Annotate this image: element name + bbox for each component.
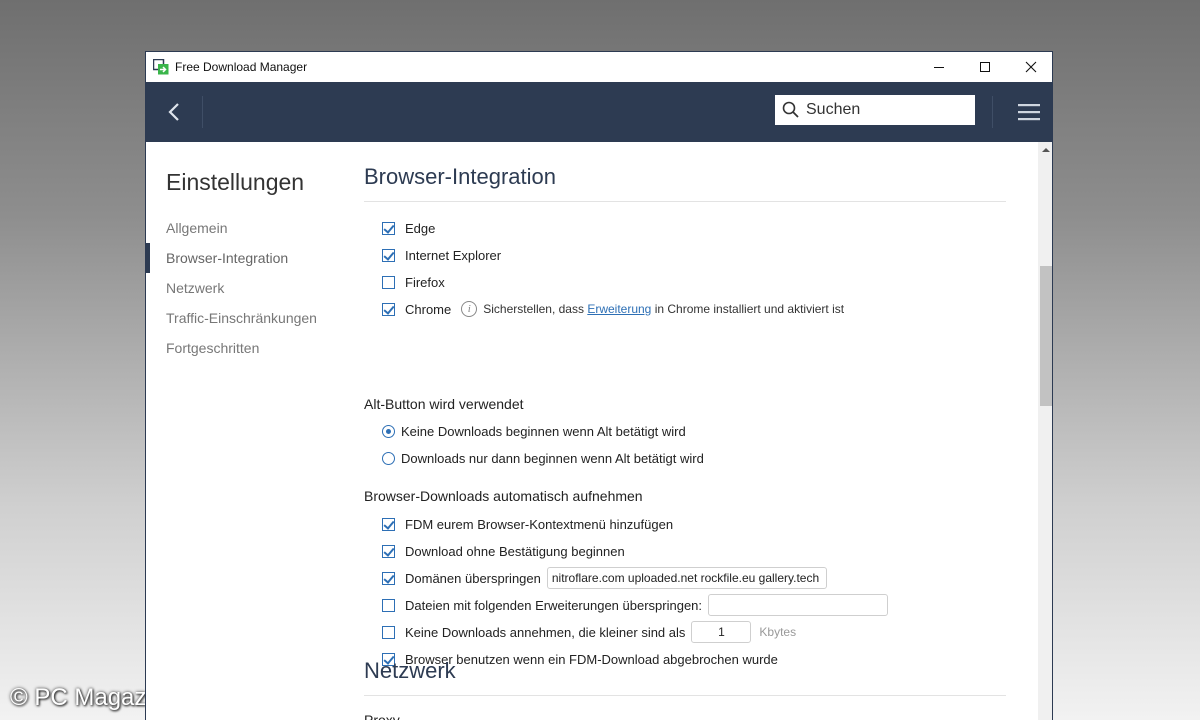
app-logo-icon (152, 58, 169, 75)
checkbox-label: Browser benutzen wenn ein FDM-Download a… (405, 651, 778, 667)
hamburger-menu-icon (1018, 104, 1040, 121)
minimize-icon (934, 67, 944, 68)
toolbar-divider (992, 96, 993, 128)
app-toolbar (146, 82, 1052, 142)
capture-heading: Browser-Downloads automatisch aufnehmen (364, 488, 643, 504)
checkbox-label: FDM eurem Browser-Kontextmenü hinzufügen (405, 516, 674, 532)
checkbox-firefox[interactable] (382, 275, 395, 289)
radio-label: Downloads nur dann beginnen wenn Alt bet… (401, 450, 704, 466)
section-heading-netzwerk: Netzwerk (364, 658, 456, 683)
checkbox-label: Download ohne Bestätigung beginnen (405, 543, 625, 559)
checkbox-row-internet-explorer[interactable]: Internet Explorer (382, 243, 501, 267)
proxy-heading: Proxy (364, 712, 400, 720)
maximize-button[interactable] (962, 52, 1008, 82)
checkbox-label: Edge (405, 220, 436, 236)
min-size-input[interactable] (691, 621, 752, 643)
checkbox-skip-extensions[interactable] (382, 598, 395, 612)
checkbox-context-menu[interactable] (382, 517, 395, 531)
checkbox-internet-explorer[interactable] (382, 248, 395, 262)
watermark: © PC Magazin (10, 684, 166, 711)
checkbox-edge[interactable] (382, 221, 395, 235)
scroll-up-button[interactable] (1038, 142, 1052, 158)
app-window: Free Download Manager Suchen Einstellung… (145, 51, 1053, 720)
info-icon: i (461, 301, 478, 317)
checkbox-row-edge[interactable]: Edge (382, 216, 435, 240)
sidebar-title: Einstellungen (166, 169, 305, 195)
chevron-left-icon (168, 103, 179, 121)
checkbox-label: Chrome (405, 301, 452, 317)
checkbox-row-skip-domains[interactable]: Domänen überspringen (382, 566, 827, 590)
search-box[interactable] (775, 95, 975, 125)
sidebar-item-fortgeschritten[interactable]: Fortgeschritten (146, 333, 346, 363)
sidebar-item-browser-integration[interactable]: Browser-Integration (146, 243, 346, 273)
alt-button-heading: Alt-Button wird verwendet (364, 396, 524, 412)
checkbox-chrome[interactable] (382, 302, 395, 316)
search-input[interactable] (806, 101, 966, 119)
checkbox-row-no-confirm[interactable]: Download ohne Bestätigung beginnen (382, 539, 625, 563)
sidebar-item-allgemein[interactable]: Allgemein (146, 213, 346, 243)
radio-row-no-downloads-alt[interactable]: Keine Downloads beginnen wenn Alt betäti… (382, 419, 686, 443)
checkbox-label: Keine Downloads annehmen, die kleiner si… (405, 624, 686, 640)
section-divider (364, 201, 1006, 202)
checkbox-row-context-menu[interactable]: FDM eurem Browser-Kontextmenü hinzufügen (382, 512, 673, 536)
checkbox-row-chrome[interactable]: Chrome i Sicherstellen, dass Erweiterung… (382, 297, 844, 321)
section-divider (364, 695, 1006, 696)
toolbar-divider (202, 96, 203, 128)
close-button[interactable] (1008, 52, 1052, 82)
skip-extensions-input[interactable] (708, 594, 889, 616)
min-size-unit: Kbytes (759, 625, 797, 639)
scroll-thumb[interactable] (1040, 266, 1052, 406)
skip-domains-input[interactable] (546, 567, 827, 589)
minimize-button[interactable] (916, 52, 962, 82)
checkbox-label: Domänen überspringen (405, 570, 541, 586)
checkbox-label: Dateien mit folgenden Erweiterungen über… (405, 597, 703, 613)
maximize-icon (980, 62, 990, 72)
settings-sidebar: Einstellungen Allgemein Browser-Integrat… (146, 142, 346, 720)
checkbox-min-size[interactable] (382, 625, 395, 639)
checkbox-no-confirm[interactable] (382, 544, 395, 558)
back-button[interactable] (146, 82, 202, 142)
checkbox-row-skip-extensions[interactable]: Dateien mit folgenden Erweiterungen über… (382, 593, 889, 617)
vertical-scrollbar[interactable] (1038, 142, 1052, 720)
sidebar-item-traffic[interactable]: Traffic-Einschränkungen (146, 303, 346, 333)
chrome-note-prefix: Sicherstellen, dass (483, 302, 584, 316)
radio-downloads-only-alt[interactable] (382, 451, 395, 465)
checkbox-row-min-size[interactable]: Keine Downloads annehmen, die kleiner si… (382, 620, 796, 644)
close-icon (1025, 61, 1037, 73)
caret-up-icon (1042, 148, 1050, 152)
title-bar: Free Download Manager (146, 52, 1052, 82)
checkbox-label: Firefox (405, 274, 445, 290)
window-title: Free Download Manager (175, 60, 308, 74)
radio-no-downloads-alt[interactable] (382, 424, 395, 438)
menu-button[interactable] (1006, 82, 1052, 142)
search-icon (782, 101, 799, 118)
checkbox-row-firefox[interactable]: Firefox (382, 270, 445, 294)
radio-row-downloads-only-alt[interactable]: Downloads nur dann beginnen wenn Alt bet… (382, 446, 704, 470)
checkbox-skip-domains[interactable] (382, 571, 395, 585)
radio-label: Keine Downloads beginnen wenn Alt betäti… (401, 423, 686, 439)
sidebar-item-netzwerk[interactable]: Netzwerk (146, 273, 346, 303)
checkbox-label: Internet Explorer (405, 247, 502, 263)
extension-link[interactable]: Erweiterung (587, 302, 651, 316)
chrome-note-suffix: in Chrome installiert und aktiviert ist (654, 302, 845, 316)
settings-content: Browser-Integration Edge Internet Explor… (346, 142, 1038, 720)
chrome-note: Sicherstellen, dass Erweiterung in Chrom… (483, 302, 844, 316)
section-heading-browser-integration: Browser-Integration (364, 164, 556, 189)
